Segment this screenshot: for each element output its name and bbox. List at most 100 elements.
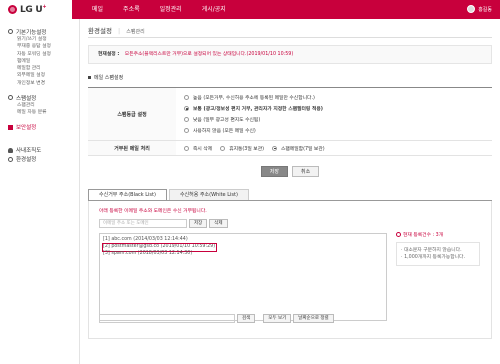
sidebar-item-read-write[interactable]: 읽기/쓰기 설정 [0,36,79,43]
count-text: 현재 등록건수 : 3개 [403,233,444,238]
sidebar-item-fetch-mail[interactable]: 펌메일 [0,58,79,65]
nav-addressbook[interactable]: 주소록 [113,0,150,19]
radio-button[interactable] [220,145,226,151]
blacklist-description: 아래 등록한 이메일 주소와 도메인은 수신 거부됩니다. [99,209,207,214]
save-button[interactable]: 저장 [260,166,288,177]
note-item-2: · 1,000개까지 등록가능합니다. [401,255,465,260]
delete-button[interactable]: 삭제 [209,219,228,228]
email-domain-input[interactable]: 이메일 주소 또는 도메인 [99,219,187,228]
user-menu[interactable]: 홍길동 [467,5,492,13]
radio-button[interactable] [184,128,189,133]
sidebar-item-org[interactable]: 사내조직도 [0,146,79,155]
main-content: 환경설정 | 스팸관리 현재설정 : 모든주소(블랙리스트만 거부)으로 설정되… [88,24,492,339]
add-row: 이메일 주소 또는 도메인 저장 삭제 [99,219,481,228]
option-label: 스팸메일함(7일 보관) [281,146,325,152]
search-input[interactable] [99,314,235,323]
org-chart-icon [8,147,13,153]
radio-button[interactable] [184,106,189,111]
logo[interactable]: LG U+ [0,0,72,19]
nav-mail[interactable]: 메일 [82,0,113,19]
reject-option-spambox[interactable]: 스팸메일함(7일 보관) [272,143,325,153]
option-label: 휴지통(3일 보관) [229,146,264,152]
section-title-text: 메일 스팸설정 [94,75,124,81]
tab-whitelist[interactable]: 수신허용 주소(White List) [168,189,249,200]
gear-icon [8,29,13,34]
main-nav: 메일 주소록 일정관리 게시/공지 [82,0,236,19]
current-setting-label: 현재설정 : [98,52,120,57]
note-item-1: · 대소문자 구분하지 않습니다. [401,248,462,253]
sidebar: 기본기능설정 읽기/쓰기 설정 부재중 응답 설정 자동 포워딩 설정 펌메일 … [0,19,80,364]
cancel-button[interactable]: 취소 [292,166,320,177]
sidebar-item-external-mail[interactable]: 외부메일 설정 [0,72,79,79]
sidebar-group-spam: 스팸설정 스팸관리 메일 자동 분류 [0,93,79,117]
spam-option-high[interactable]: 높음 (모든거부, 수신허용 주소에 등록된 메일만 수신합니다.) [184,92,484,103]
sidebar-item-forwarding[interactable]: 자동 포워딩 설정 [0,51,79,58]
breadcrumb: 스팸관리 [126,29,145,35]
nav-board[interactable]: 게시/공지 [192,0,236,19]
top-header: LG U+ 메일 주소록 일정관리 게시/공지 홍길동 [0,0,500,19]
blacklist-panel: 아래 등록한 이메일 주소와 도메인은 수신 거부됩니다. 이메일 주소 또는 … [88,201,492,339]
sidebar-item-profile[interactable]: 개인정보 변경 [0,80,79,87]
list-tabs: 수신거부 주소(Black List) 수신허용 주소(White List) [88,189,492,201]
search-row: 검색 모두 보기 날짜순으로 정렬 [99,314,334,323]
list-item-selected[interactable]: [2] postmaster@gsd.co (2019/01/10 10:59:… [101,242,218,252]
reject-option-delete[interactable]: 즉시 삭제 [184,143,212,153]
sidebar-head-label: 기본기능설정 [16,29,47,36]
sidebar-head-label: 스팸설정 [16,95,37,102]
avatar [467,5,476,13]
list-item[interactable]: [1] abc.com (2014/03/03 12:14:44) [103,237,383,244]
form-buttons: 저장 취소 [88,166,492,177]
search-button[interactable]: 검색 [237,314,256,323]
sidebar-item-spam-manage[interactable]: 스팸관리 [0,102,79,109]
current-setting-value: 모든주소(블랙리스트만 거부)으로 설정되어 있는 상태입니다.(2019/01… [124,52,294,57]
list-item[interactable]: [3] spam.com (2018/03/03 12:14:30) [103,251,383,258]
option-label: 높음 (모든거부, 수신허용 주소에 등록된 메일만 수신합니다.) [193,96,315,101]
add-button[interactable]: 저장 [189,219,208,228]
radio-button[interactable] [272,145,277,151]
spam-option-off[interactable]: 사용하지 않음 (모든 메일 수신) [184,125,484,136]
reject-option-trash[interactable]: 휴지통(3일 보관) [220,143,264,153]
blacklist-listbox[interactable]: [1] abc.com (2014/03/03 12:14:44) [2] po… [99,233,387,321]
sidebar-head-label: 보안설정 [16,125,37,132]
view-all-button[interactable]: 모두 보기 [263,314,292,323]
reject-options-row: 즉시 삭제 휴지통(3일 보관) 스팸메일함(7일 보관) [184,143,484,153]
nav-calendar[interactable]: 일정관리 [150,0,192,19]
user-name: 홍길동 [478,6,492,13]
spam-option-normal[interactable]: 보통 (광고/정보성 편지 거부, 관리자가 지정한 스팸필터링 적용) [184,103,484,114]
logo-text: LG U [20,5,43,15]
sidebar-head-security[interactable]: 보안설정 [0,123,79,132]
option-label: 사용하지 않음 (모든 메일 수신) [193,129,256,134]
spam-option-low[interactable]: 낮음 (일부 광고성 편지도 수신됨) [184,114,484,125]
tab-blacklist[interactable]: 수신거부 주소(Black List) [88,189,167,200]
section-title: 메일 스팸설정 [88,74,492,81]
page-title: 환경설정 [88,27,112,35]
sidebar-item-mailbox[interactable]: 메일함 관리 [0,65,79,72]
sidebar-item-settings[interactable]: 환경설정 [0,155,79,164]
page-title-row: 환경설정 | 스팸관리 [88,24,492,38]
bullet-icon [8,124,13,130]
radio-button[interactable] [184,145,189,151]
logo-plus: + [42,4,47,10]
sidebar-group-basic: 기본기능설정 읽기/쓰기 설정 부재중 응답 설정 자동 포워딩 설정 펌메일 … [0,27,79,87]
lg-logo-icon [8,5,17,14]
reject-row: 거부된 메일 처리 즉시 삭제 휴지통(3일 보관) 스팸메일함(7일 보관) [88,141,492,156]
spam-level-label: 스팸등급 설정 [88,88,176,140]
sidebar-head-spam[interactable]: 스팸설정 [0,93,79,102]
sidebar-item-absence[interactable]: 부재중 응답 설정 [0,43,79,50]
gear-icon [8,156,13,162]
sidebar-head-basic[interactable]: 기본기능설정 [0,27,79,36]
registration-count: 현재 등록건수 : 3개 [396,231,480,238]
spam-level-options: 높음 (모든거부, 수신허용 주소에 등록된 메일만 수신합니다.) 보통 (광… [176,88,492,140]
alert-icon [396,232,401,237]
notes-box: · 대소문자 구분하지 않습니다. · 1,000개까지 등록가능합니다. [396,242,480,266]
radio-button[interactable] [184,95,189,100]
option-label: 즉시 삭제 [193,146,213,152]
sidebar-item-auto-filter[interactable]: 메일 자동 분류 [0,109,79,116]
registration-info: 현재 등록건수 : 3개 · 대소문자 구분하지 않습니다. · 1,000개까… [396,231,480,266]
title-divider: | [118,27,121,35]
radio-button[interactable] [184,117,189,122]
note-text: 대소문자 구분하지 않습니다. [404,248,462,253]
sort-date-button[interactable]: 날짜순으로 정렬 [293,314,334,323]
note-text: 1,000개까지 등록가능합니다. [404,255,465,260]
spam-level-row: 스팸등급 설정 높음 (모든거부, 수신허용 주소에 등록된 메일만 수신합니다… [88,88,492,141]
